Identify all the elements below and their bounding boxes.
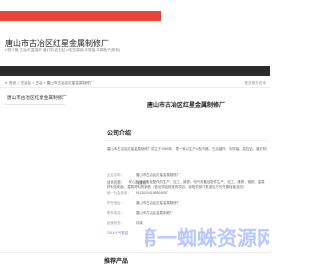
info-value: 存续 [135,221,143,225]
scope-text: 矿山机械设备及配件的生产、加工、维修；电气设备及配件生产、加工、维修；钢铁、金属… [107,180,265,189]
recommended-heading: 推荐产品 [104,259,129,264]
main-nav [0,66,270,76]
sidebar-title: 唐山市古冶区红星金属制修厂 [5,92,67,105]
info-row: 所在地址： 唐山市古冶区红星金属制修厂 [107,200,180,205]
info-key: 经营状态： [107,221,124,225]
breadcrumb-current: 唐山市古冶区红星金属制修厂 [46,81,94,85]
top-banner: U型卡箍,古冶/红星锚杆,道钉机,岩石钻,U型支撑钢,手撑锚,手撑枪子 [0,0,270,30]
breadcrumb-city[interactable]: 古冶 [35,81,42,85]
more-services-link[interactable]: 更多服务咨询 [244,81,266,86]
info-value: 唐山市古冶区金属制修厂 [135,211,174,215]
info-value: 唐山市古冶区红星金属制修厂 [135,201,181,205]
site-subtitle: U型卡箍,古冶/红星锚杆,道钉机,岩石钻,U型支撑钢,手撑锚,手撑枪子(修利) [5,48,121,52]
sidebar: 唐山市古冶区红星金属制修厂 [5,92,67,224]
location-icon: ● [5,81,8,85]
section-heading: 公司介绍 [107,131,132,137]
info-key: 统一社会信用： [107,191,131,195]
info-value: 唐山市古冶区红星金属制修厂 [135,173,181,177]
breadcrumb-region[interactable]: 古冶区 [20,81,31,85]
company-title: 唐山市古冶区红星金属制修厂 [146,103,225,109]
scope-label: 经营范围： [107,180,124,184]
watermark-text: 第一蜘蛛资源网 [145,226,269,250]
info-key: 企业名称： [107,173,124,177]
info-row: 联系电话： 唐山市古冶区金属制修厂 [107,210,173,215]
breadcrumb-row: ● 首页 > 古冶区 > 古冶 > 唐山市古冶区红星金属制修厂 更多服务咨询 [0,78,270,88]
info-key: 所在地址： [107,201,124,205]
info-row: 经营状态： 存续 [107,220,143,225]
info-key: 联系电话： [107,211,124,215]
site-header: 唐山市古冶区红星金属制修厂 [0,30,270,64]
info-row: 企业名称： 唐山市古冶区红星金属制修厂 [107,172,180,177]
info-value: 9113020419880405T [135,191,168,195]
watermark: 第一蜘蛛资源网 [145,226,269,250]
keyword-bar[interactable]: U型卡箍,古冶/红星锚杆,道钉机,岩石钻,U型支撑钢,手撑锚,手撑枪子 [0,11,161,30]
breadcrumb: ● 首页 > 古冶区 > 古冶 > 唐山市古冶区红星金属制修厂 [5,81,94,85]
company-intro: 唐山市古冶区红星金属制修厂成立于1989年，是一家以生产U型卡箍、古冶锚杆、手撑… [107,147,267,151]
info-row: 统一社会信用： 9113020419880405T [107,190,168,195]
divider [104,140,268,141]
breadcrumb-home[interactable]: 首页 [9,81,16,85]
business-scope: 经营范围： 矿山机械设备及配件的生产、加工、维修；电气设备及配件生产、加工、维修… [107,180,267,190]
visit-count: 2014人气数量 [107,231,129,235]
